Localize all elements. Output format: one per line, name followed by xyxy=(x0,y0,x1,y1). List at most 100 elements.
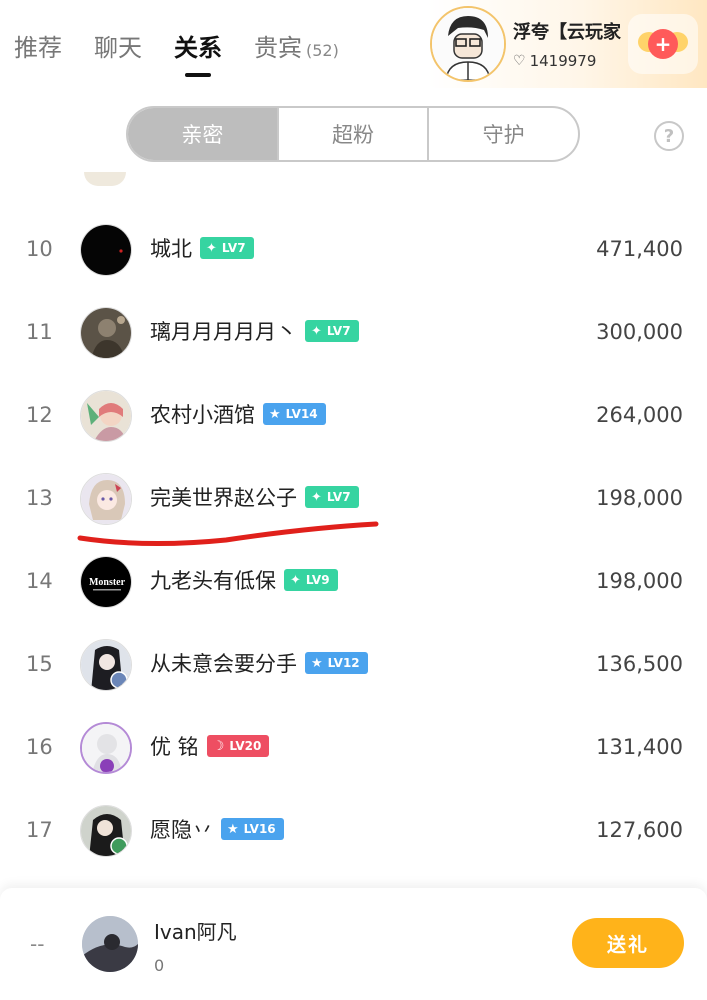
segment-guard[interactable]: 守护 xyxy=(427,108,578,160)
level-sparkle-icon: ✦ xyxy=(311,490,322,505)
user-name: 农村小酒馆 ★ LV14 xyxy=(150,374,326,456)
tab-label: 贵宾 xyxy=(254,34,302,62)
user-name-text: 农村小酒馆 xyxy=(150,403,255,427)
user-name-text: 城北 xyxy=(150,237,192,261)
tab-relationship[interactable]: 关系 xyxy=(174,28,222,63)
level-sparkle-icon: ✦ xyxy=(311,324,322,339)
list-item[interactable]: 16 优 铭 ☽ LV20 131,400 xyxy=(0,706,707,788)
intimacy-score: 198,000 xyxy=(596,569,683,593)
level-text: LV16 xyxy=(243,822,276,836)
user-name-text: 愿隐丷 xyxy=(150,818,213,842)
intimacy-score: 264,000 xyxy=(596,403,683,427)
help-glyph: ? xyxy=(663,125,675,147)
user-name: 璃月月月月月丶 ✦ LV7 xyxy=(150,291,359,373)
avatar-logo-text: Monster xyxy=(89,577,126,588)
tab-label: 关系 xyxy=(174,34,222,62)
level-text: LV7 xyxy=(221,241,246,255)
rank-number: 16 xyxy=(26,735,53,759)
rank-number: 17 xyxy=(26,818,53,842)
level-star-icon: ★ xyxy=(227,822,239,837)
intimacy-score: 127,600 xyxy=(596,818,683,842)
rank-number: 11 xyxy=(26,320,53,344)
segment-label: 亲密 xyxy=(181,123,224,147)
user-name-text: 璃月月月月月丶 xyxy=(150,320,297,344)
my-avatar[interactable] xyxy=(82,916,138,972)
user-name-text: 九老头有低保 xyxy=(150,569,276,593)
tab-bar: 推荐 聊天 关系 贵宾 (52) xyxy=(14,28,371,63)
list-item[interactable]: 12 农村小酒馆 ★ LV14 264,000 xyxy=(0,374,707,456)
level-text: LV14 xyxy=(285,407,318,421)
avatar[interactable] xyxy=(80,639,132,691)
host-avatar[interactable] xyxy=(430,6,506,82)
user-name: 愿隐丷 ★ LV16 xyxy=(150,789,284,871)
tab-label: 推荐 xyxy=(14,34,62,62)
tab-chat[interactable]: 聊天 xyxy=(94,28,142,63)
level-star-icon: ★ xyxy=(311,656,323,671)
level-badge: ★ LV14 xyxy=(263,403,326,425)
my-name: Ivan阿凡 xyxy=(154,920,237,944)
rank-number: 15 xyxy=(26,652,53,676)
avatar[interactable]: Monster xyxy=(80,556,132,608)
intimacy-score: 471,400 xyxy=(596,237,683,261)
top-nav: 推荐 聊天 关系 贵宾 (52) 浮夸【云玩家 ♡ 1419979 + xyxy=(0,0,707,88)
list-item[interactable]: 14 Monster 九老头有低保 ✦ LV9 198,000 xyxy=(0,540,707,622)
level-text: LV12 xyxy=(327,656,360,670)
level-star-icon: ★ xyxy=(269,407,281,422)
rank-number: 13 xyxy=(26,486,53,510)
intimacy-score: 300,000 xyxy=(596,320,683,344)
tab-recommend[interactable]: 推荐 xyxy=(14,28,62,63)
user-name-text: 完美世界赵公子 xyxy=(150,486,297,510)
host-fans: ♡ 1419979 xyxy=(513,52,596,70)
my-rank: -- xyxy=(30,932,45,956)
avatar[interactable] xyxy=(80,805,132,857)
segment-intimacy[interactable]: 亲密 xyxy=(128,108,277,160)
send-gift-button[interactable]: 送礼 xyxy=(572,918,684,968)
tab-label: 聊天 xyxy=(94,34,142,62)
ranking-list[interactable]: 10 城北 ✦ LV7 471,400 11 璃月月月月月丶 ✦ LV7 300,000… xyxy=(0,170,707,888)
user-name: 城北 ✦ LV7 xyxy=(150,208,254,290)
heart-plus-icon: + xyxy=(648,29,678,59)
host-name: 浮夸【云玩家 xyxy=(513,22,621,43)
level-sparkle-icon: ✦ xyxy=(290,573,301,588)
segment-superfan[interactable]: 超粉 xyxy=(276,108,428,160)
user-name: 从未意会要分手 ★ LV12 xyxy=(150,623,368,705)
avatar[interactable] xyxy=(80,307,132,359)
send-gift-label: 送礼 xyxy=(606,933,649,956)
host-card[interactable]: 浮夸【云玩家 ♡ 1419979 + xyxy=(428,0,707,88)
level-badge: ✦ LV7 xyxy=(200,237,254,259)
level-text: LV7 xyxy=(326,490,351,504)
my-rank-bar: -- Ivan阿凡 0 送礼 xyxy=(0,888,707,1000)
tab-vip[interactable]: 贵宾 (52) xyxy=(254,28,339,63)
level-badge: ✦ LV7 xyxy=(305,320,359,342)
level-moon-icon: ☽ xyxy=(212,739,225,754)
avatar[interactable] xyxy=(80,390,132,442)
help-icon[interactable]: ? xyxy=(654,121,684,151)
level-badge: ✦ LV9 xyxy=(284,569,338,591)
list-item[interactable]: 17 愿隐丷 ★ LV16 127,600 xyxy=(0,789,707,871)
list-item[interactable]: 10 城北 ✦ LV7 471,400 xyxy=(0,208,707,290)
user-name-text: 优 铭 xyxy=(150,735,199,759)
ranking-type-segment: 亲密 超粉 守护 xyxy=(126,106,580,162)
avatar[interactable] xyxy=(80,722,132,774)
host-fans-count: 1419979 xyxy=(529,52,597,70)
list-item[interactable]: 11 璃月月月月月丶 ✦ LV7 300,000 xyxy=(0,291,707,373)
rank-number: 10 xyxy=(26,237,53,261)
heart-outline-icon: ♡ xyxy=(513,53,526,69)
list-item[interactable]: 15 从未意会要分手 ★ LV12 136,500 xyxy=(0,623,707,705)
user-name: 优 铭 ☽ LV20 xyxy=(150,706,270,788)
rank-number: 14 xyxy=(26,569,53,593)
red-underline-annotation xyxy=(77,521,379,547)
level-badge: ✦ LV7 xyxy=(305,486,359,508)
avatar xyxy=(84,172,126,186)
level-badge: ☽ LV20 xyxy=(206,735,270,757)
avatar[interactable] xyxy=(80,224,132,276)
intimacy-score: 198,000 xyxy=(596,486,683,510)
my-score: 0 xyxy=(154,956,165,975)
level-badge: ★ LV12 xyxy=(305,652,368,674)
level-badge: ★ LV16 xyxy=(221,818,284,840)
intimacy-score: 136,500 xyxy=(596,652,683,676)
user-name-text: 从未意会要分手 xyxy=(150,652,297,676)
vip-count: (52) xyxy=(306,41,339,60)
level-text: LV7 xyxy=(326,324,351,338)
winged-heart-icon[interactable]: + xyxy=(628,14,698,74)
